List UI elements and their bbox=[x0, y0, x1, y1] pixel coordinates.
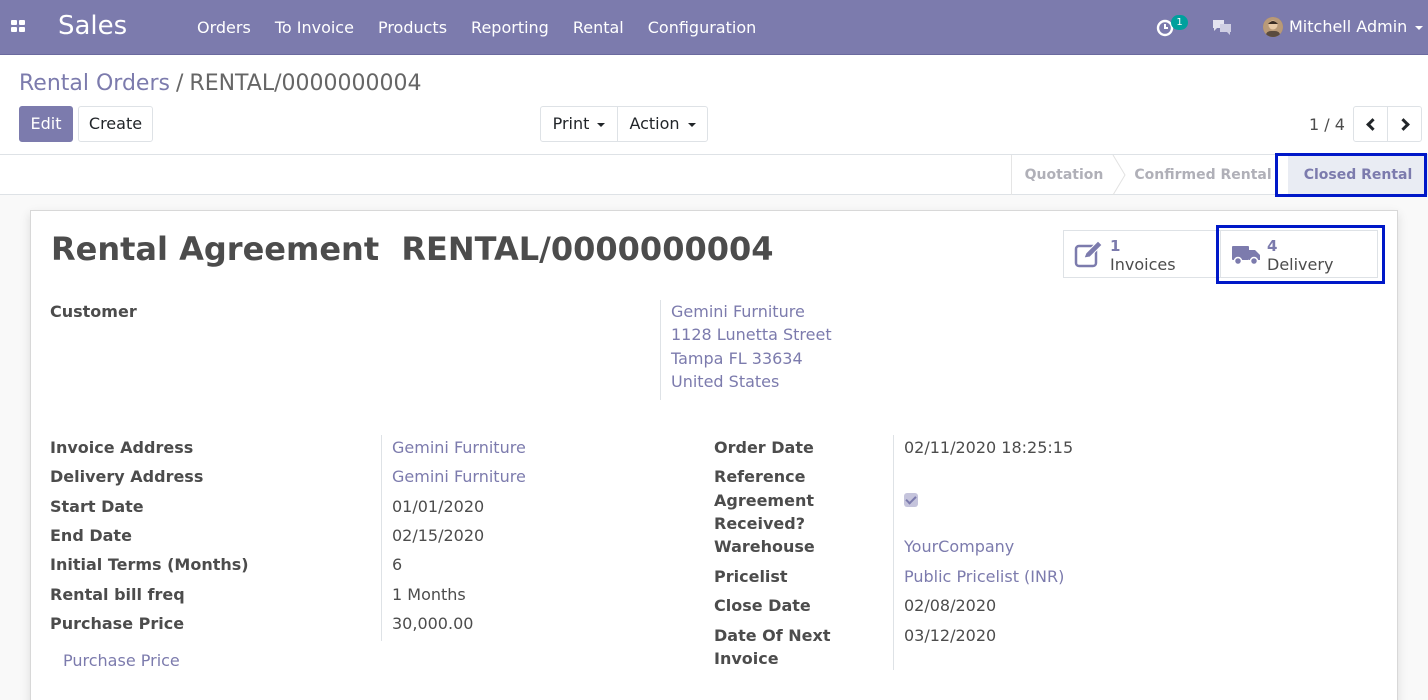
start-date-value: 01/01/2020 bbox=[392, 497, 485, 516]
delivery-address-link[interactable]: Gemini Furniture bbox=[392, 467, 526, 486]
purchase-price-link[interactable]: Purchase Price bbox=[63, 651, 180, 670]
order-date-label: Order Date bbox=[714, 438, 814, 457]
breadcrumb: Rental Orders / RENTAL/0000000004 bbox=[19, 71, 421, 96]
chevron-right-icon bbox=[1396, 118, 1410, 131]
print-label: Print bbox=[552, 114, 590, 133]
end-date-value: 02/15/2020 bbox=[392, 526, 485, 545]
pager-next-button[interactable] bbox=[1387, 106, 1422, 142]
initial-terms-label: Initial Terms (Months) bbox=[50, 555, 249, 574]
field-divider bbox=[381, 435, 382, 641]
chevron-down-icon bbox=[597, 122, 606, 127]
user-menu[interactable]: Mitchell Admin bbox=[1289, 17, 1424, 36]
stage-confirmed-rental[interactable]: Confirmed Rental bbox=[1118, 155, 1288, 195]
pricelist-label: Pricelist bbox=[714, 567, 788, 586]
menu-products[interactable]: Products bbox=[366, 0, 459, 55]
delivery-smart-button[interactable]: 4 Delivery bbox=[1220, 230, 1378, 278]
end-date-label: End Date bbox=[50, 526, 132, 545]
breadcrumb-current-record: RENTAL/0000000004 bbox=[189, 71, 422, 96]
start-date-label: Start Date bbox=[50, 497, 144, 516]
title-prefix: Rental Agreement bbox=[51, 230, 380, 268]
warehouse-link[interactable]: YourCompany bbox=[904, 537, 1014, 556]
agreement-received-checkbox[interactable] bbox=[904, 493, 918, 507]
next-invoice-label-line2: Invoice bbox=[714, 649, 779, 668]
customer-country: United States bbox=[671, 372, 780, 391]
user-name-label: Mitchell Admin bbox=[1289, 17, 1408, 36]
purchase-price-value: 30,000.00 bbox=[392, 614, 474, 633]
reference-label: Reference bbox=[714, 467, 806, 486]
menu-to-invoice[interactable]: To Invoice bbox=[263, 0, 366, 55]
delivery-count: 4 bbox=[1267, 237, 1278, 255]
warehouse-label: Warehouse bbox=[714, 537, 815, 556]
rental-bill-freq-value: 1 Months bbox=[392, 585, 466, 604]
invoice-address-label: Invoice Address bbox=[50, 438, 194, 457]
invoices-count: 1 bbox=[1110, 237, 1121, 255]
action-dropdown[interactable]: Action bbox=[617, 106, 708, 142]
user-avatar[interactable] bbox=[1263, 17, 1283, 37]
breadcrumb-separator: / bbox=[175, 71, 184, 96]
pager-value[interactable]: 1 / 4 bbox=[1309, 115, 1345, 134]
title-reference: RENTAL/0000000004 bbox=[401, 230, 774, 268]
menu-reporting[interactable]: Reporting bbox=[459, 0, 561, 55]
close-date-value: 02/08/2020 bbox=[904, 596, 997, 615]
next-invoice-date-value: 03/12/2020 bbox=[904, 626, 997, 645]
initial-terms-value: 6 bbox=[392, 555, 403, 574]
field-divider bbox=[893, 435, 894, 670]
menu-orders[interactable]: Orders bbox=[185, 0, 263, 55]
activity-count-badge: 1 bbox=[1171, 15, 1188, 30]
customer-street: 1128 Lunetta Street bbox=[671, 325, 832, 344]
menu-rental[interactable]: Rental bbox=[561, 0, 636, 55]
close-date-label: Close Date bbox=[714, 596, 811, 615]
invoices-smart-button[interactable]: 1 Invoices bbox=[1063, 230, 1221, 278]
app-name: Sales bbox=[58, 11, 128, 41]
invoice-address-link[interactable]: Gemini Furniture bbox=[392, 438, 526, 457]
rental-bill-freq-label: Rental bill freq bbox=[50, 585, 185, 604]
main-menu: Orders To Invoice Products Reporting Ren… bbox=[185, 0, 768, 55]
agreement-label-line2: Received? bbox=[714, 514, 806, 533]
truck-icon bbox=[1232, 246, 1260, 266]
pager-previous-button[interactable] bbox=[1353, 106, 1388, 142]
order-date-value: 02/11/2020 18:25:15 bbox=[904, 438, 1074, 457]
delivery-label: Delivery bbox=[1267, 255, 1334, 274]
stage-closed-rental[interactable]: Closed Rental bbox=[1288, 155, 1428, 195]
chevron-down-icon bbox=[687, 122, 696, 127]
page-title: Rental Agreement RENTAL/0000000004 bbox=[51, 230, 774, 268]
edit-button[interactable]: Edit bbox=[19, 106, 73, 142]
delivery-address-label: Delivery Address bbox=[50, 467, 204, 486]
chevron-left-icon bbox=[1365, 118, 1379, 131]
customer-label: Customer bbox=[50, 302, 137, 321]
purchase-price-label: Purchase Price bbox=[50, 614, 185, 633]
invoices-label: Invoices bbox=[1110, 255, 1176, 274]
customer-name-link[interactable]: Gemini Furniture bbox=[671, 302, 805, 321]
agreement-label-line1: Agreement bbox=[714, 491, 814, 510]
print-dropdown[interactable]: Print bbox=[540, 106, 618, 142]
top-navbar: Sales Orders To Invoice Products Reporti… bbox=[0, 0, 1428, 55]
next-invoice-label-line1: Date Of Next bbox=[714, 626, 831, 645]
chat-icon[interactable] bbox=[1212, 18, 1232, 36]
customer-city: Tampa FL 33634 bbox=[671, 349, 803, 368]
action-label: Action bbox=[629, 114, 680, 133]
form-sheet: Rental Agreement RENTAL/0000000004 1 Inv… bbox=[30, 210, 1398, 700]
stage-quotation[interactable]: Quotation bbox=[1012, 155, 1116, 195]
edit-icon bbox=[1074, 240, 1103, 268]
chevron-down-icon bbox=[1415, 25, 1424, 30]
create-button[interactable]: Create bbox=[78, 106, 153, 142]
control-panel: Rental Orders / RENTAL/0000000004 Edit Cre… bbox=[0, 55, 1428, 155]
menu-configuration[interactable]: Configuration bbox=[636, 0, 769, 55]
field-divider bbox=[660, 300, 661, 400]
apps-menu-icon[interactable] bbox=[11, 20, 27, 34]
status-bar: Quotation Confirmed Rental Closed Rental bbox=[0, 153, 1428, 197]
breadcrumb-rental-orders[interactable]: Rental Orders bbox=[19, 71, 170, 96]
pricelist-link[interactable]: Public Pricelist (INR) bbox=[904, 567, 1064, 586]
